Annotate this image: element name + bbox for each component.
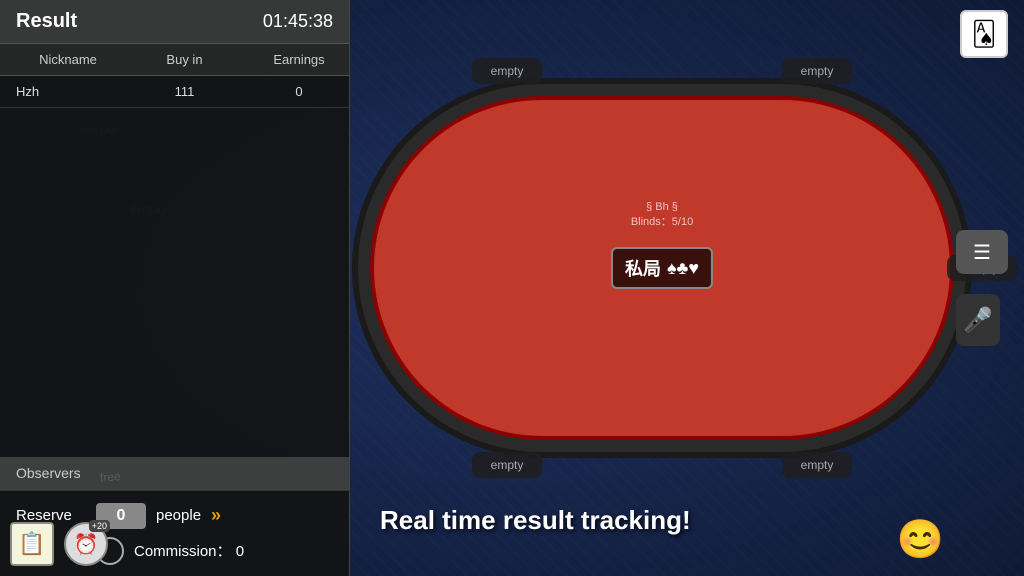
alarm-icon-button[interactable]: ⏰ +20: [64, 522, 108, 566]
row-0-nickname: Hzh: [0, 84, 120, 99]
seat-top-left-label: empty: [491, 64, 524, 78]
mic-icon-button[interactable]: 🎤: [956, 294, 1000, 346]
panel-timer: 01:45:38: [263, 11, 333, 32]
table-info: § Bh § Blinds：5/10: [631, 201, 693, 229]
chat-icon-button[interactable]: ☰: [956, 230, 1008, 274]
smiley-icon: 😊: [897, 519, 944, 561]
forward-arrows-icon[interactable]: »: [211, 505, 221, 526]
panel-title: Result: [16, 10, 77, 33]
people-label: people: [156, 507, 201, 524]
seat-top-right-label: empty: [801, 64, 834, 78]
col-header-earnings: Earnings: [249, 52, 349, 67]
table-game-code: § Bh §: [631, 201, 693, 213]
panel-table-header: Nickname Buy in Earnings: [0, 44, 349, 76]
seat-top-right[interactable]: empty: [782, 58, 852, 84]
commission-value: 0: [236, 543, 244, 560]
card-icon-symbol: 🂡: [972, 20, 997, 49]
right-icons-area: ☰ 🎤: [956, 230, 1008, 346]
table-blinds: Blinds：5/10: [631, 213, 693, 229]
panel-header: Result 01:45:38: [0, 0, 349, 44]
row-0-buyin: 111: [120, 84, 249, 99]
smiley-icon-button[interactable]: 😊: [897, 518, 944, 562]
commission-text: Commission：: [134, 543, 232, 560]
col-header-nickname: Nickname: [0, 52, 120, 67]
observers-bar: Observers: [0, 457, 349, 489]
chat-icon: ☰: [973, 240, 991, 265]
observers-label: Observers: [16, 465, 81, 481]
mic-icon: 🎤: [963, 306, 993, 335]
poker-table-area: § Bh § Blinds：5/10 私局 ♠♣♥ empty empty em…: [340, 40, 984, 496]
table-felt: § Bh § Blinds：5/10 私局 ♠♣♥: [370, 96, 954, 440]
table-suits: ♠♣♥: [667, 258, 699, 279]
table-logo: 私局 ♠♣♥: [611, 247, 713, 289]
panel-row-0: Hzh 111 0: [0, 76, 349, 108]
promo-text: Real time result tracking!: [380, 505, 904, 536]
table-logo-box: 私局 ♠♣♥: [611, 247, 713, 289]
seat-bot-left-label: empty: [491, 458, 524, 472]
bottom-icons-area: 📋 ⏰ +20: [10, 522, 108, 566]
free-watermark: free: [99, 469, 121, 485]
seat-bot-right-label: empty: [801, 458, 834, 472]
seat-bot-right[interactable]: empty: [782, 452, 852, 478]
seat-bot-left[interactable]: empty: [472, 452, 542, 478]
seat-top-left[interactable]: empty: [472, 58, 542, 84]
card-icon-button[interactable]: 🂡: [960, 10, 1008, 58]
commission-label: Commission： 0: [134, 540, 244, 561]
result-panel: Result 01:45:38 Nickname Buy in Earnings…: [0, 0, 350, 490]
poker-table: § Bh § Blinds：5/10 私局 ♠♣♥ empty empty em…: [352, 78, 972, 458]
table-logo-text: 私局: [625, 255, 661, 281]
alarm-badge: +20: [89, 520, 110, 532]
col-header-buyin: Buy in: [120, 52, 249, 67]
row-0-earnings: 0: [249, 84, 349, 99]
notepad-icon-button[interactable]: 📋: [10, 522, 54, 566]
